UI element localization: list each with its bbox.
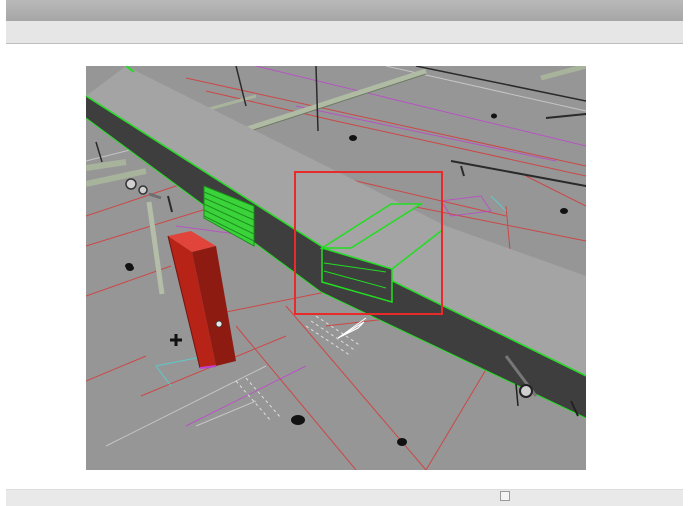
title-bar	[6, 0, 683, 21]
valve-icon[interactable]	[125, 178, 137, 190]
tool-bar	[6, 21, 683, 44]
model-viewport[interactable]	[86, 66, 586, 470]
resize-handle-icon[interactable]	[500, 491, 510, 501]
app-window	[0, 0, 689, 506]
status-bar	[6, 489, 683, 506]
model-canvas[interactable]	[86, 66, 586, 470]
valve-icon[interactable]	[519, 384, 533, 398]
